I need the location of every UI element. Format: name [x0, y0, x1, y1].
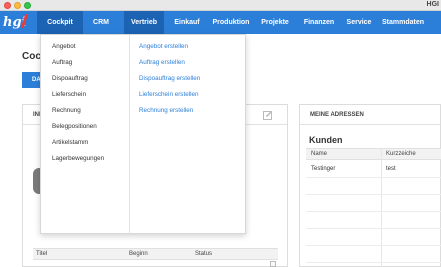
menu-item-dispoauftrag-erstellen[interactable]: Dispoauftrag erstellen — [139, 75, 200, 82]
scroll-down-arrow[interactable] — [270, 261, 276, 267]
nav-projekte[interactable]: Projekte — [257, 11, 293, 34]
col-kurzzeichen[interactable]: Kurzzeiche — [386, 149, 416, 160]
table-row[interactable]: Testinger test — [306, 161, 441, 178]
zoom-window-button[interactable] — [24, 2, 31, 9]
window-title: HGI — [426, 1, 439, 8]
customers-heading: Kunden — [309, 135, 343, 145]
menu-item-dispoauftrag[interactable]: Dispoauftrag — [52, 75, 88, 82]
minimize-window-button[interactable] — [14, 2, 21, 9]
menu-item-rechnung[interactable]: Rechnung — [52, 107, 81, 114]
menu-item-auftrag[interactable]: Auftrag — [52, 59, 72, 66]
col-titel[interactable]: Titel — [36, 249, 47, 260]
hgi-logo[interactable]: hgi — [3, 13, 33, 32]
menu-item-belegpositionen[interactable]: Belegpositionen — [52, 123, 97, 130]
menu-divider — [129, 35, 130, 234]
customer-name: Testinger — [311, 166, 336, 172]
main-navbar: hgi Cockpit CRM Vertrieb Einkauf Produkt… — [0, 11, 441, 34]
events-table-header: Titel Beginn Status — [33, 248, 278, 260]
menu-item-rechnung-erstellen[interactable]: Rechnung erstellen — [139, 107, 193, 114]
menu-item-lieferschein[interactable]: Lieferschein — [52, 91, 86, 98]
menu-item-auftrag-erstellen[interactable]: Auftrag erstellen — [139, 59, 185, 66]
edit-icon[interactable] — [263, 110, 273, 120]
menu-item-angebot-erstellen[interactable]: Angebot erstellen — [139, 43, 188, 50]
close-window-button[interactable] — [4, 2, 11, 9]
nav-produktion[interactable]: Produktion — [209, 11, 253, 34]
addresses-panel-title: MEINE ADRESSEN — [300, 105, 440, 125]
col-status[interactable]: Status — [195, 249, 212, 260]
table-row — [306, 229, 441, 246]
table-row — [306, 195, 441, 212]
table-row — [306, 178, 441, 195]
nav-cockpit[interactable]: Cockpit — [37, 11, 83, 34]
nav-vertrieb[interactable]: Vertrieb — [124, 11, 164, 34]
nav-service[interactable]: Service — [343, 11, 375, 34]
vertrieb-dropdown-menu: Angebot Auftrag Dispoauftrag Lieferschei… — [40, 34, 246, 234]
nav-einkauf[interactable]: Einkauf — [169, 11, 205, 34]
nav-stammdaten[interactable]: Stammdaten — [379, 11, 427, 34]
col-name[interactable]: Name — [311, 149, 327, 160]
menu-item-lagerbewegungen[interactable]: Lagerbewegungen — [52, 155, 104, 162]
window-titlebar: HGI — [0, 0, 441, 11]
nav-finanzen[interactable]: Finanzen — [300, 11, 338, 34]
menu-item-angebot[interactable]: Angebot — [52, 43, 75, 50]
col-beginn[interactable]: Beginn — [129, 249, 148, 260]
nav-crm[interactable]: CRM — [86, 11, 116, 34]
menu-item-artikelstamm[interactable]: Artikelstamm — [52, 139, 88, 146]
table-row — [306, 246, 441, 263]
customers-table-header: Name Kurzzeiche — [306, 148, 441, 160]
customer-short: test — [386, 166, 396, 172]
menu-item-lieferschein-erstellen[interactable]: Lieferschein erstellen — [139, 91, 199, 98]
table-row — [306, 212, 441, 229]
